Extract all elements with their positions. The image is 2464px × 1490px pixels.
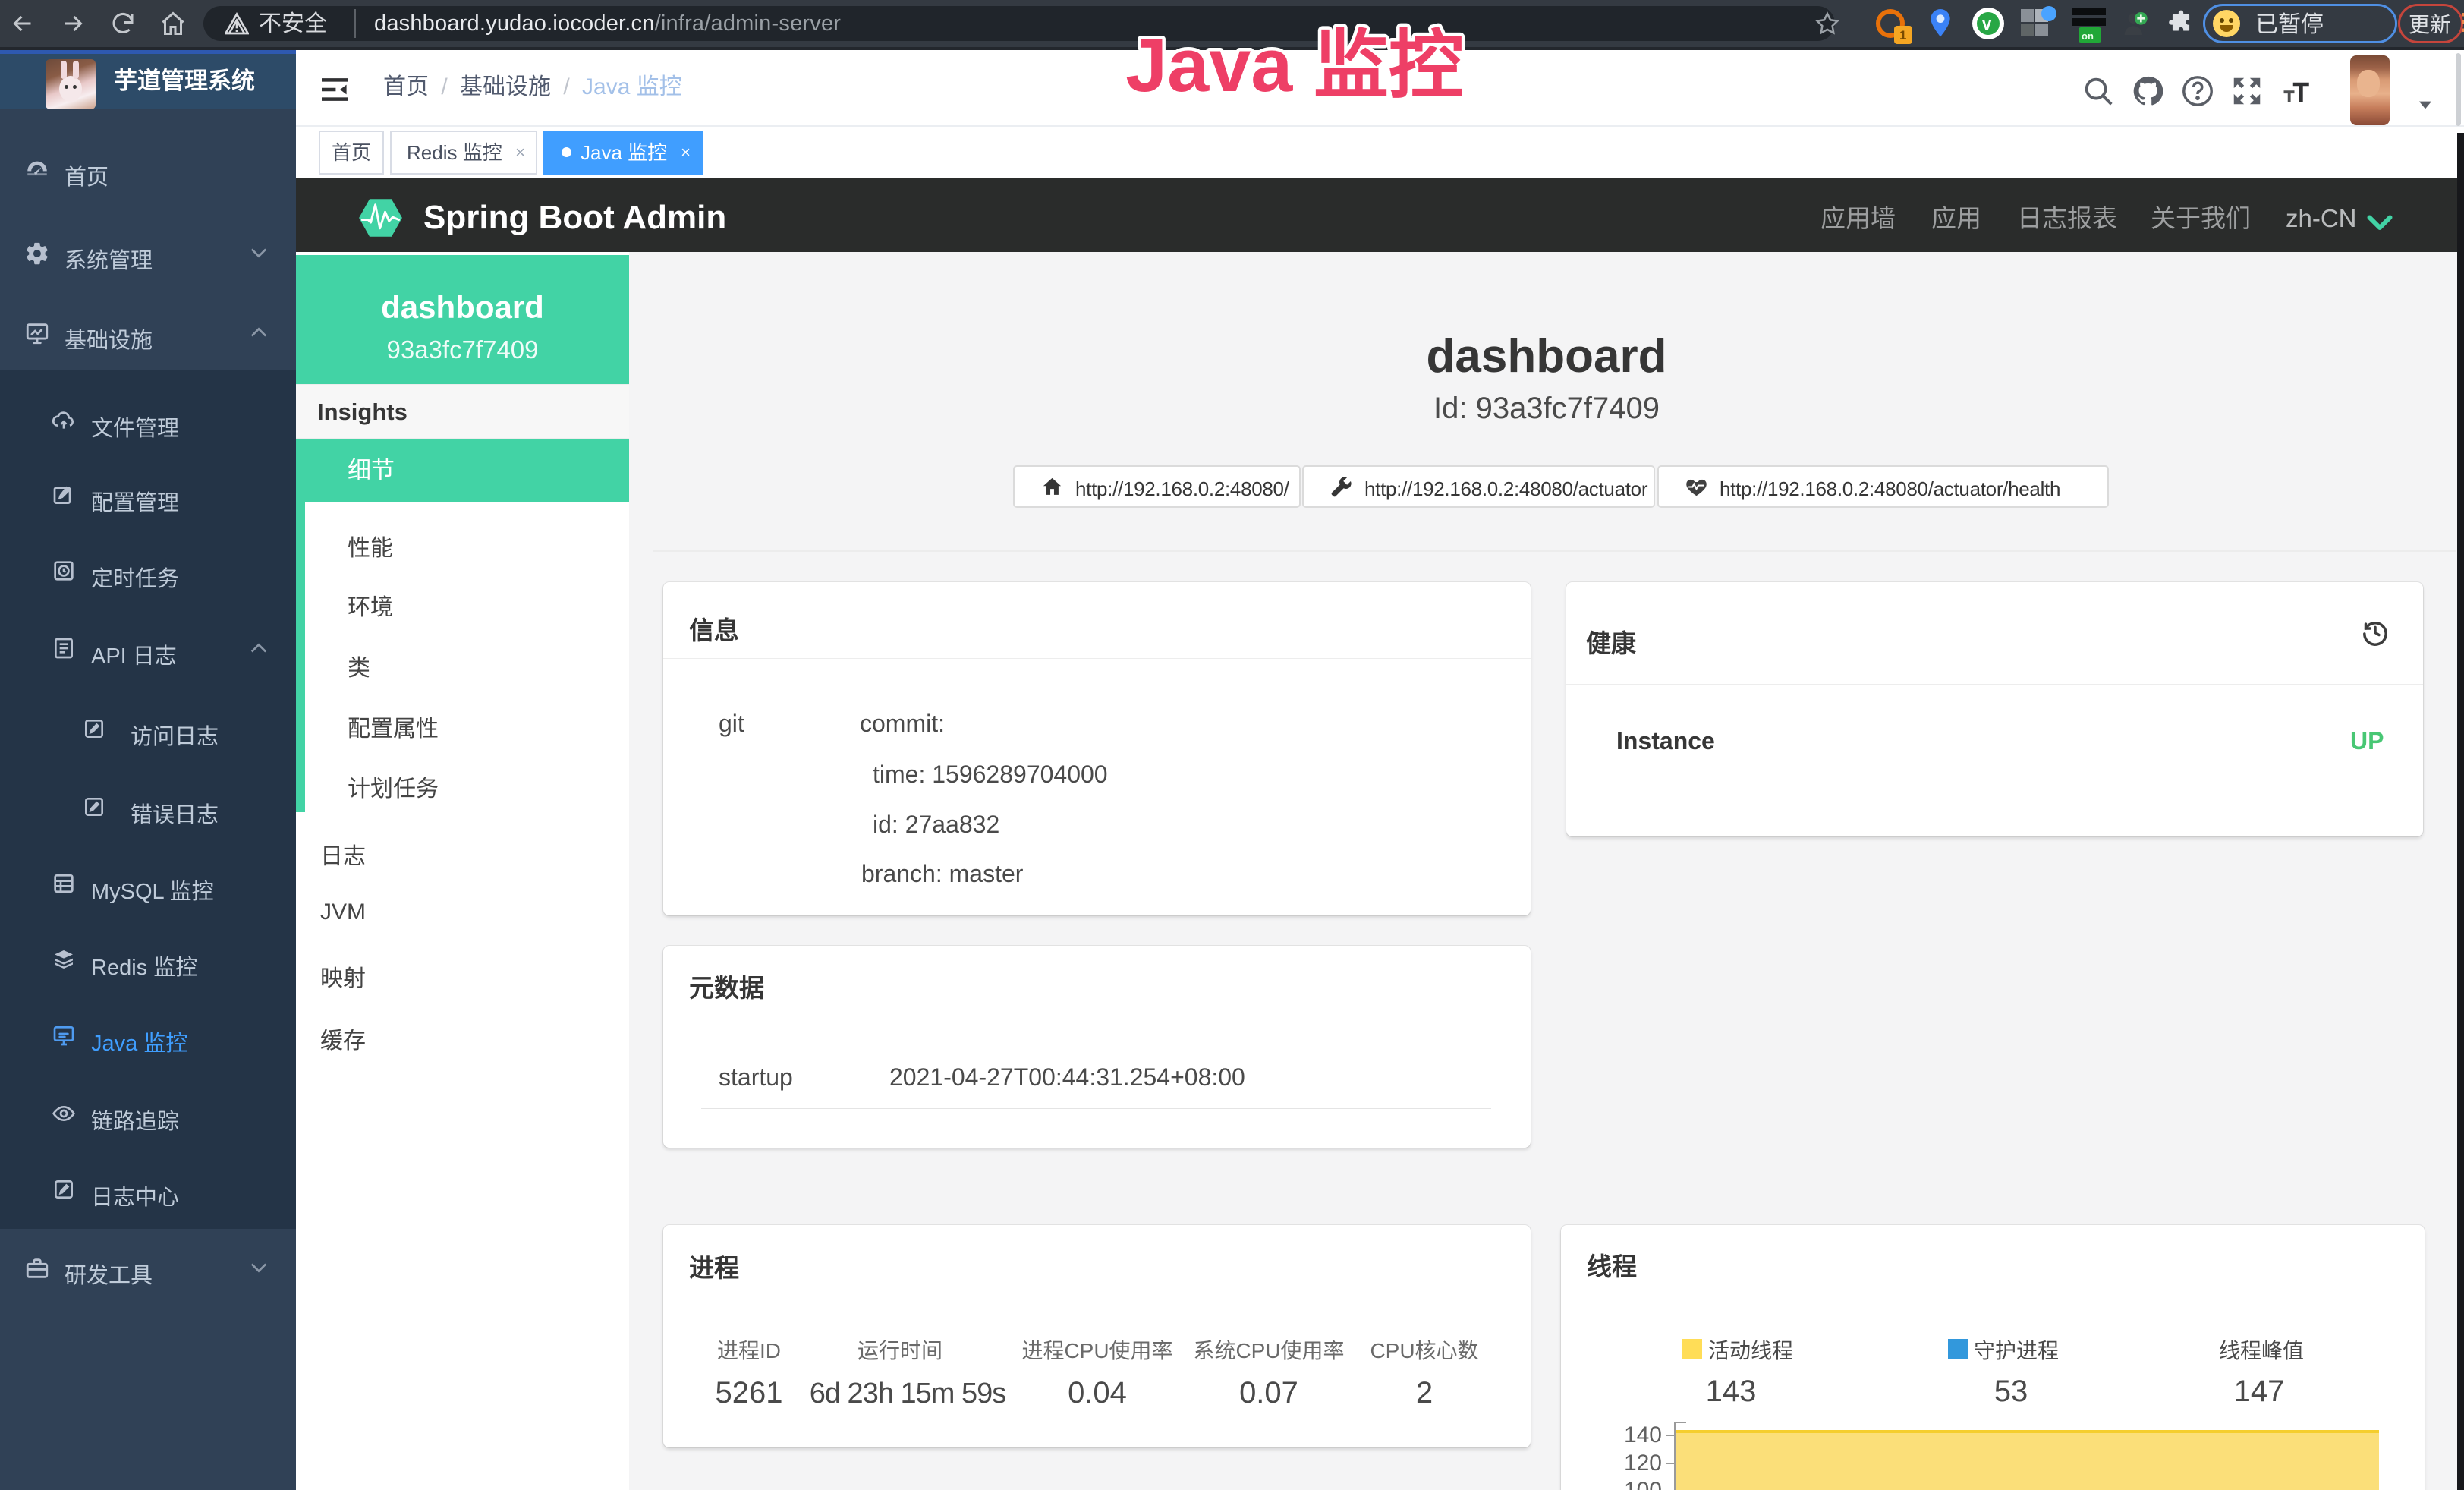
svg-text:Java 监控: Java 监控 bbox=[1125, 23, 1464, 107]
